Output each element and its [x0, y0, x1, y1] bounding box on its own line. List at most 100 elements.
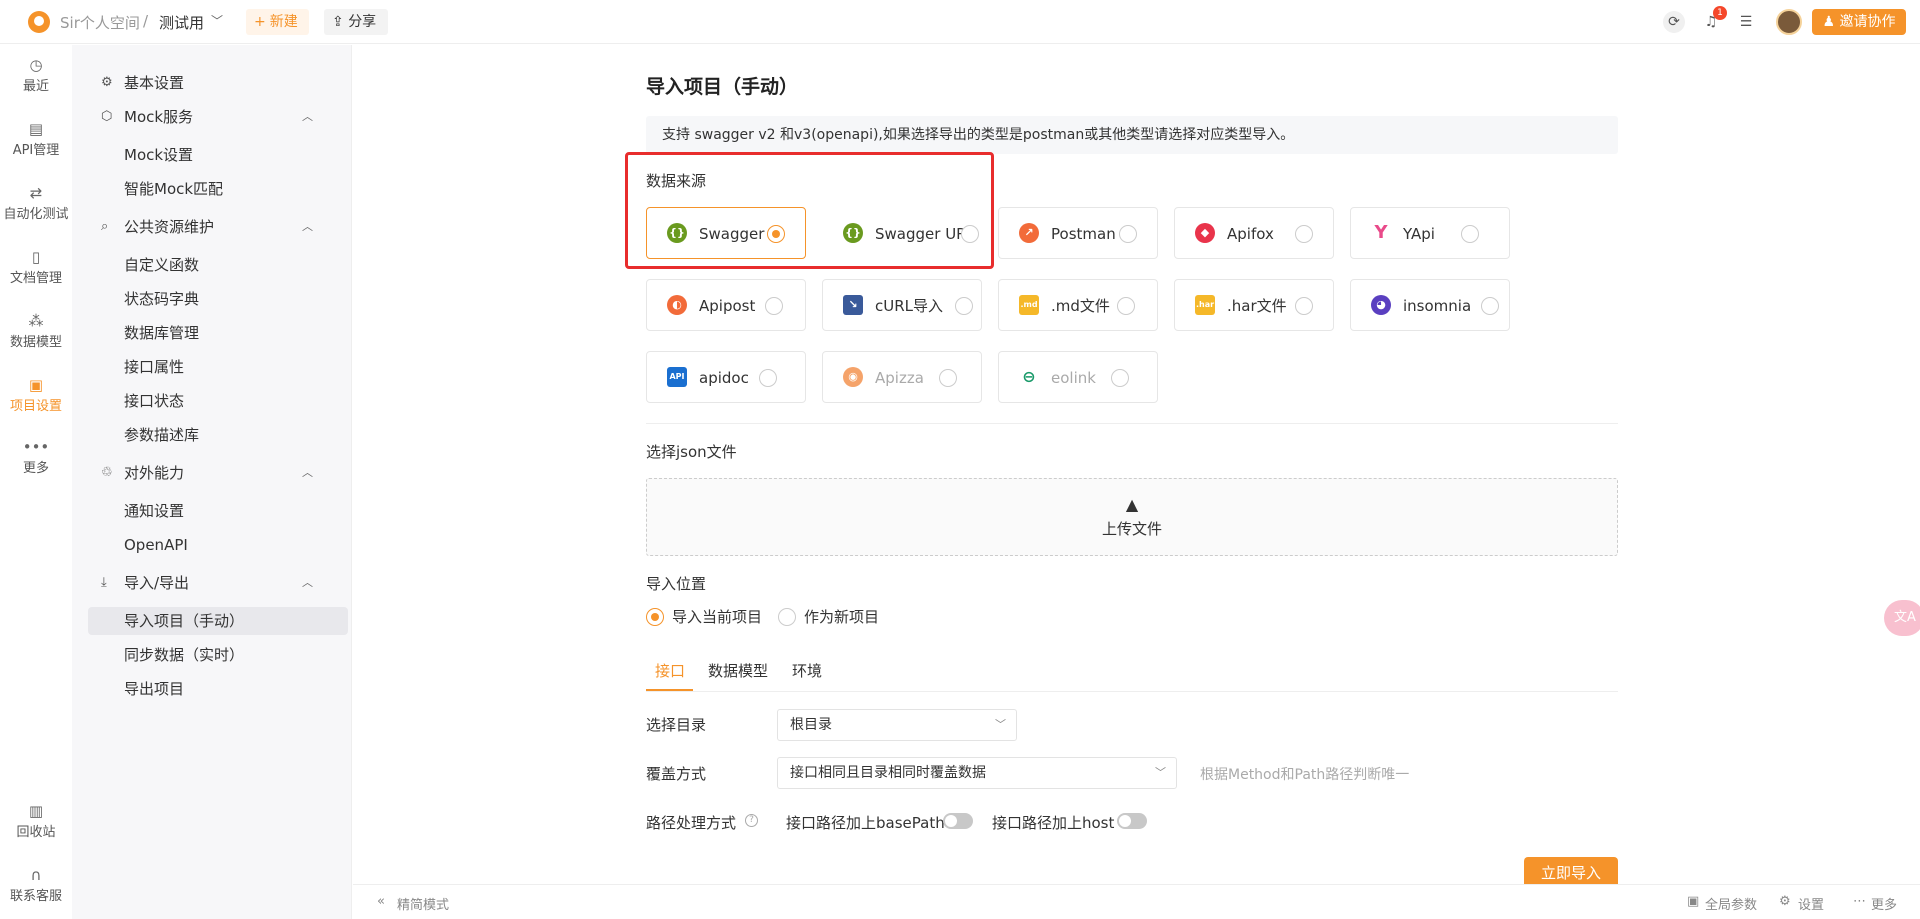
source-md[interactable]: .md .md文件: [998, 279, 1158, 331]
nav-label: 数据库管理: [124, 324, 200, 342]
source-radio[interactable]: [1119, 225, 1137, 243]
source-eolink[interactable]: ⊖ eolink: [998, 351, 1158, 403]
rail-item-trash[interactable]: ▥ 回收站: [0, 801, 72, 840]
rail-item-model[interactable]: ⁂ 数据模型: [0, 311, 72, 350]
rail-label: 回收站: [16, 825, 56, 840]
nav-label: 导入/导出: [124, 574, 190, 592]
rail-item-support[interactable]: ∩ 联系客服: [0, 865, 72, 904]
nav-api-attr[interactable]: 接口属性: [72, 353, 352, 381]
rail-label: 更多: [22, 461, 49, 476]
nav-db[interactable]: 数据库管理: [72, 319, 352, 347]
source-radio[interactable]: [1481, 297, 1499, 315]
nav-mock-settings[interactable]: Mock设置: [72, 141, 352, 169]
source-swagger-url[interactable]: {} Swagger URL: [822, 207, 982, 259]
nav-group-external[interactable]: ♲ 对外能力 ︿: [72, 459, 352, 487]
app-logo[interactable]: [28, 11, 50, 33]
avatar[interactable]: [1776, 9, 1802, 35]
new-button[interactable]: + 新建: [246, 9, 309, 35]
eolink-icon: ⊖: [1019, 367, 1039, 387]
source-insomnia[interactable]: ◕ insomnia: [1350, 279, 1510, 331]
md-file-icon: .md: [1019, 295, 1039, 315]
apipost-icon: ◐: [667, 295, 687, 315]
chevron-down-icon[interactable]: ﹀: [211, 12, 223, 29]
nav-smart-mock[interactable]: 智能Mock匹配: [72, 175, 352, 203]
nav-import-manual[interactable]: 导入项目（手动）: [88, 607, 348, 635]
source-radio[interactable]: [939, 369, 957, 387]
nav-label: 状态码字典: [124, 290, 200, 308]
rail-item-project-settings[interactable]: ▣ 项目设置: [0, 375, 72, 414]
double-chevron-left-icon[interactable]: «: [377, 894, 385, 909]
chevron-up-icon: ︿: [302, 576, 313, 589]
source-radio[interactable]: [955, 297, 973, 315]
source-swagger[interactable]: {} Swagger: [646, 207, 806, 259]
nav-notify[interactable]: 通知设置: [72, 497, 352, 525]
source-radio[interactable]: [961, 225, 979, 243]
share-button[interactable]: ⇪ 分享: [324, 9, 388, 35]
source-radio[interactable]: [767, 225, 785, 243]
source-apipost[interactable]: ◐ Apipost: [646, 279, 806, 331]
history-icon: ◷: [29, 56, 43, 74]
cover-select[interactable]: 接口相同且目录相同时覆盖数据 ﹀: [777, 757, 1177, 789]
nav-openapi[interactable]: OpenAPI: [72, 531, 352, 559]
har-file-icon: .har: [1195, 295, 1215, 315]
source-radio[interactable]: [759, 369, 777, 387]
page-title: 导入项目（手动）: [646, 76, 799, 98]
source-apifox[interactable]: ◆ Apifox: [1174, 207, 1334, 259]
nav-group-public[interactable]: ⌕ 公共资源维护 ︿: [72, 213, 352, 241]
source-curl[interactable]: ↘ cURL导入: [822, 279, 982, 331]
position-new-radio[interactable]: 作为新项目: [778, 607, 879, 627]
nav-group-import-export[interactable]: ⤓ 导入/导出 ︿: [72, 569, 352, 597]
source-label: Apipost: [699, 297, 756, 315]
tab-environment[interactable]: 环境: [792, 660, 822, 681]
settings-doc-icon: ▣: [28, 376, 44, 394]
source-postman[interactable]: ↗ Postman: [998, 207, 1158, 259]
simple-mode-button[interactable]: 精简模式: [397, 894, 449, 913]
more-button[interactable]: 更多: [1871, 894, 1897, 913]
position-current-radio[interactable]: 导入当前项目: [646, 607, 762, 627]
rail-item-api[interactable]: ▤ API管理: [0, 119, 72, 158]
rail-item-automation[interactable]: ⇄ 自动化测试: [0, 183, 72, 222]
nav-custom-func[interactable]: 自定义函数: [72, 251, 352, 279]
nav-export[interactable]: 导出项目: [72, 675, 352, 703]
base-path-toggle[interactable]: [943, 813, 973, 829]
source-har[interactable]: .har .har文件: [1174, 279, 1334, 331]
dir-select[interactable]: 根目录 ﹀: [777, 709, 1017, 741]
rail-item-docs[interactable]: ▯ 文档管理: [0, 247, 72, 286]
translate-icon[interactable]: 文A: [1884, 600, 1920, 636]
bottom-bar: « 精简模式 ▣ 全局参数 ⚙ 设置 ⋯ 更多: [353, 884, 1920, 919]
settings-button[interactable]: 设置: [1798, 894, 1824, 913]
source-radio[interactable]: [1461, 225, 1479, 243]
upload-label: 上传文件: [1101, 520, 1162, 538]
nav-group-mock[interactable]: ⬡ Mock服务 ︿: [72, 103, 352, 131]
source-radio[interactable]: [1117, 297, 1135, 315]
global-params-button[interactable]: 全局参数: [1705, 894, 1757, 913]
refresh-icon[interactable]: ⟳: [1663, 11, 1685, 33]
tab-api[interactable]: 接口: [655, 660, 685, 681]
invite-button[interactable]: ♟ 邀请协作: [1812, 9, 1906, 35]
nav-basic-settings[interactable]: ⚙ 基本设置: [72, 69, 352, 97]
nav-label: 公共资源维护: [124, 218, 215, 236]
source-yapi[interactable]: Y YApi: [1350, 207, 1510, 259]
source-apidoc[interactable]: API apidoc: [646, 351, 806, 403]
source-radio[interactable]: [1295, 297, 1313, 315]
breadcrumb-project[interactable]: 测试用: [159, 12, 204, 33]
document-icon[interactable]: ☰: [1735, 11, 1757, 33]
source-radio[interactable]: [765, 297, 783, 315]
upload-dropzone[interactable]: ▲ 上传文件: [646, 478, 1618, 556]
rail-item-recent[interactable]: ◷ 最近: [0, 55, 72, 94]
source-apizza[interactable]: ◉ Apizza: [822, 351, 982, 403]
rail-item-more[interactable]: ••• 更多: [0, 437, 72, 476]
help-icon[interactable]: ?: [745, 814, 758, 827]
nav-sync-data[interactable]: 同步数据（实时）: [72, 641, 352, 669]
source-radio[interactable]: [1111, 369, 1129, 387]
nav-param-desc[interactable]: 参数描述库: [72, 421, 352, 449]
nav-status-dict[interactable]: 状态码字典: [72, 285, 352, 313]
tab-data-model[interactable]: 数据模型: [708, 660, 768, 681]
breadcrumb-space[interactable]: Sir个人空间: [60, 12, 140, 33]
top-bar: Sir个人空间 / 测试用 ﹀ + 新建 ⇪ 分享 ⟳ ♫ 1 ☰ ♟ 邀请协作: [0, 0, 1920, 44]
source-radio[interactable]: [1295, 225, 1313, 243]
curl-icon: ↘: [843, 295, 863, 315]
swagger-icon: {}: [843, 223, 863, 243]
host-toggle[interactable]: [1117, 813, 1147, 829]
nav-api-status[interactable]: 接口状态: [72, 387, 352, 415]
